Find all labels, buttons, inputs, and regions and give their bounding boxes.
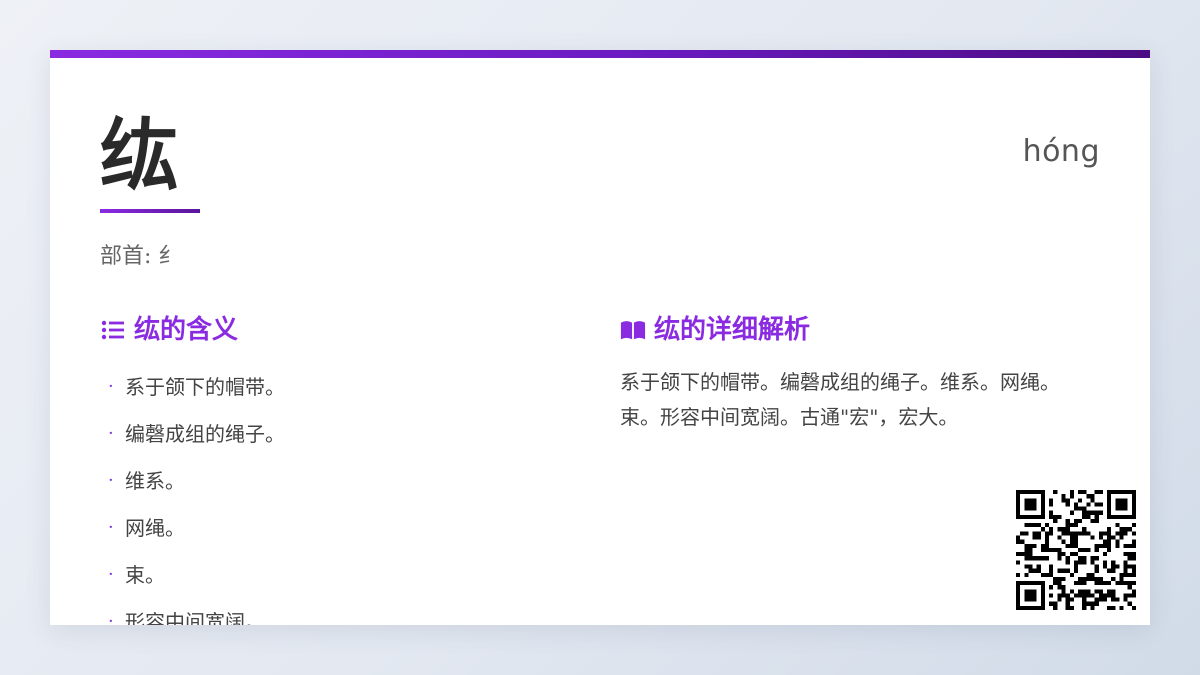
headword-character: 纮 (100, 110, 179, 201)
list-icon (100, 317, 126, 343)
bullet-dot: · (108, 469, 114, 491)
bullet-dot: · (108, 610, 114, 626)
book-icon (620, 317, 646, 343)
pinyin-label: hóng (1022, 134, 1100, 169)
list-item: · 网绳。 (108, 504, 285, 551)
qr-code-icon (1016, 490, 1136, 610)
list-item: · 形容中间宽阔。 (108, 598, 285, 626)
bullet-dot: · (108, 563, 114, 585)
analysis-heading: 纮的详细解析 (620, 312, 810, 348)
list-item: · 束。 (108, 551, 285, 598)
analysis-text: 系于颌下的帽带。编磬成组的绳子。维系。网绳。束。形容中间宽阔。古通"宏"，宏大。 (620, 370, 1060, 429)
list-item: · 系于颌下的帽带。 (108, 363, 285, 410)
meanings-title: 纮的含义 (134, 315, 239, 345)
headword-underline (100, 209, 200, 213)
meanings-list: · 系于颌下的帽带。 · 编磬成组的绳子。 · 维系。 · 网绳。 · 束。 · 形容中间宽… (108, 363, 285, 626)
meanings-heading: 纮的含义 (100, 312, 238, 348)
radical-label: 部首: 纟 (100, 244, 181, 269)
list-item: · 维系。 (108, 457, 285, 504)
list-item: · 编磬成组的绳子。 (108, 410, 285, 457)
bullet-dot: · (108, 516, 114, 538)
bullet-dot: · (108, 375, 114, 397)
analysis-title: 纮的详细解析 (654, 315, 811, 345)
dictionary-card: 纮 hóng 部首: 纟 纮的含义 · 系于颌下的帽带。 · 编磬成组的绳子。 · 维… (50, 50, 1150, 625)
accent-bar (50, 50, 1150, 58)
bullet-dot: · (108, 422, 114, 444)
